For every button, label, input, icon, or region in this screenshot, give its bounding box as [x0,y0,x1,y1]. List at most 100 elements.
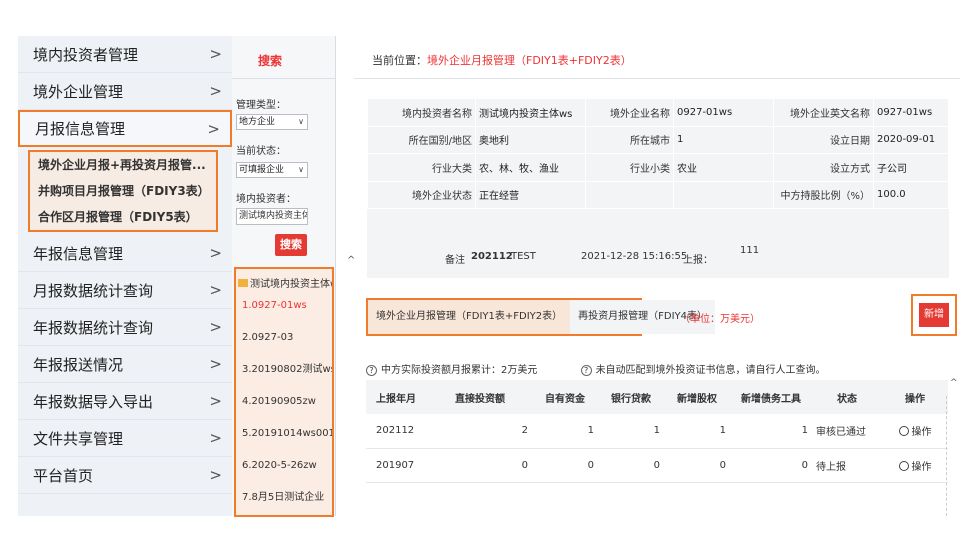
nav-item-label: 年报数据统计查询 [33,318,154,337]
company-tree: 测试境内投资主体ws日 1.0927-01ws 2.0927-03 3.2019… [234,267,334,517]
breadcrumb-current[interactable]: 境外企业月报管理（FDIY1表+FDIY2表） [427,54,632,67]
table-row: 202112 2 1 1 1 1 审核已通过 操作 [366,414,948,449]
info-label: 行业小类 [585,153,674,182]
submenu-item-coop-zone-monthly[interactable]: 合作区月报管理（FDIY5表） [30,204,216,230]
remark-text: TEST [511,251,536,262]
management-type-value: 地方企业 [239,117,276,127]
main-content: 当前位置：境外企业月报管理（FDIY1表+FDIY2表） 境内投资者名称 测试境… [354,36,960,516]
remark-time: 2021-12-28 15:16:55 [581,251,688,262]
nav-item-monthly-stats[interactable]: 月报数据统计查询 > [18,272,232,309]
info-value: 1 [673,125,774,154]
nav-item-file-sharing[interactable]: 文件共享管理 > [18,420,232,457]
remark-period: 202112 [471,251,513,262]
info-value: 奥地利 [475,125,586,154]
question-icon: ? [580,365,592,376]
info-value: 0927-01ws [673,98,774,127]
chevron-right-icon: > [209,45,222,63]
chevron-right-icon: > [209,82,222,100]
report-table: 上报年月 直接投资额 自有资金 银行贷款 新增股权 新增债务工具 状态 操作 2… [366,380,948,483]
tree-item[interactable]: 1.0927-01ws [236,290,332,322]
status-value: 可填报企业 [239,165,285,175]
cell-own: 1 [532,414,598,449]
nav-item-annual-import-export[interactable]: 年报数据导入导出 > [18,383,232,420]
info-value: 子公司 [873,153,949,182]
tree-item[interactable]: 7.8月5日测试企业 [236,482,332,514]
report-label: 上报： [683,255,713,266]
cell-debt: 0 [730,448,812,483]
breadcrumb-prefix: 当前位置： [372,54,427,67]
management-type-select[interactable]: 地方企业 ∨ [236,114,308,130]
scroll-up-icon[interactable]: ^ [950,378,958,388]
tree-item[interactable]: 6.2020-5-26zw [236,450,332,482]
nav-item-label: 年报数据导入导出 [33,392,154,411]
info-value: 测试境内投资主体ws [475,98,586,127]
chevron-right-icon: > [209,429,222,447]
nav-item-annual-submission[interactable]: 年报报送情况 > [18,346,232,383]
nav-item-label: 文件共享管理 [33,429,124,448]
divider [232,78,336,79]
submenu-item-overseas-monthly[interactable]: 境外企业月报+再投资月报管... [30,152,216,178]
report-tabs: 境外企业月报管理（FDIY1表+FDIY2表） 再投资月报管理（FDIY4表） [366,298,715,336]
submenu-item-merger-monthly[interactable]: 并购项目月报管理（FDIY3表） [30,178,216,204]
remark-row: 备注 202112 TEST 2021-12-28 15:16:55 上报： 1… [367,235,949,277]
search-tab[interactable]: 搜索 [258,52,282,69]
company-info-table: 境内投资者名称 测试境内投资主体ws 境外企业名称 0927-01ws 境外企业… [367,98,949,209]
question-icon: ? [366,365,377,376]
chevron-right-icon: > [209,466,222,484]
report-value: 111 [740,245,760,256]
info-empty [673,180,774,209]
investor-label: 境内投资者： [236,194,296,205]
tree-root[interactable]: 测试境内投资主体ws日 [236,269,332,290]
search-button[interactable]: 搜索 [275,234,307,256]
remark-label: 备注 [445,255,465,266]
cell-status: 审核已通过 [812,414,882,449]
chevron-right-icon: > [209,355,222,373]
cell-equity: 1 [664,414,730,449]
column-header: 自有资金 [532,380,598,414]
breadcrumb: 当前位置：境外企业月报管理（FDIY1表+FDIY2表） [372,52,632,68]
nav-item-domestic-investor[interactable]: 境内投资者管理 > [18,36,232,73]
info-value: 100.0 [873,180,949,209]
info-label: 境外企业英文名称 [773,98,874,127]
info-value: 正在经营 [475,180,586,209]
management-type-label: 管理类型： [236,100,286,111]
nav-item-label: 月报数据统计查询 [33,281,154,300]
chevron-right-icon: > [209,244,222,262]
cell-equity: 0 [664,448,730,483]
nav-item-annual-report[interactable]: 年报信息管理 > [18,235,232,272]
add-button[interactable]: 新增 [919,303,949,327]
cell-direct: 2 [428,414,532,449]
column-header: 操作 [882,380,948,414]
column-header: 上报年月 [366,380,428,414]
tree-item[interactable]: 3.20190802测试ws [236,354,332,386]
chevron-right-icon: > [209,281,222,299]
unit-label: （单位：万美元） [680,314,760,325]
tree-item[interactable]: 4.20190905zw [236,386,332,418]
tab-overseas-monthly[interactable]: 境外企业月报管理（FDIY1表+FDIY2表） [368,300,571,334]
investor-input[interactable]: 测试境内投资主体ws [236,208,308,225]
info-label: 所在城市 [585,125,674,154]
nav-item-label: 年报信息管理 [33,244,124,263]
chevron-right-icon: > [209,318,222,336]
operate-label: 操作 [911,461,932,473]
tree-item[interactable]: 2.0927-03 [236,322,332,354]
info-label: 设立日期 [773,125,874,154]
nav-item-label: 境内投资者管理 [33,45,139,64]
nav-item-home[interactable]: 平台首页 > [18,457,232,494]
nav-item-annual-stats[interactable]: 年报数据统计查询 > [18,309,232,346]
chevron-right-icon: > [209,392,222,410]
note-certificate: 未自动匹配到境外投资证书信息，请自行人工查询。 [595,365,826,376]
column-header: 新增股权 [664,380,730,414]
company-info-panel: 境内投资者名称 测试境内投资主体ws 境外企业名称 0927-01ws 境外企业… [367,98,949,278]
nav-item-monthly-report[interactable]: 月报信息管理 > [18,110,232,147]
notes-row: ? 中方实际投资额月报累计：2万美元 ? 未自动匹配到境外投资证书信息，请自行人工查… [366,361,826,376]
info-label: 所在国别/地区 [367,125,476,154]
cell-status: 待上报 [812,448,882,483]
nav-item-overseas-company[interactable]: 境外企业管理 > [18,73,232,110]
info-label: 境外企业状态 [367,180,476,209]
tree-item[interactable]: 5.20191014ws001 [236,418,332,450]
info-value: 0927-01ws [873,98,949,127]
operate-button[interactable]: 操作 [882,448,948,483]
operate-button[interactable]: 操作 [882,414,948,449]
status-select[interactable]: 可填报企业 ∨ [236,162,308,178]
